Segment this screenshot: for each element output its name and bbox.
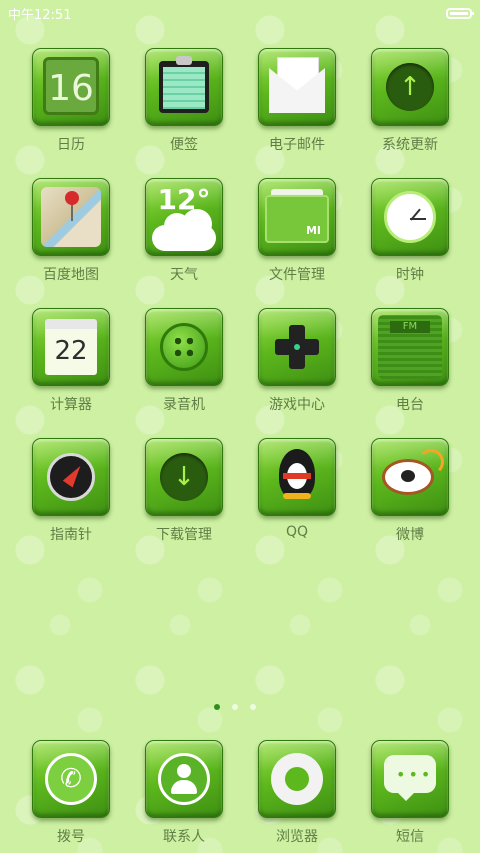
- app-label: 游戏中心: [269, 397, 325, 413]
- app-calendar[interactable]: 16 日历: [16, 48, 126, 154]
- file-manager-icon: MI: [258, 178, 336, 256]
- app-system-update[interactable]: ↑ 系统更新: [355, 48, 465, 154]
- dock-sms[interactable]: ••• 短信: [355, 740, 465, 846]
- page-indicator[interactable]: [214, 704, 256, 710]
- radio-icon: FM: [371, 308, 449, 386]
- app-email[interactable]: 电子邮件: [242, 48, 352, 154]
- app-weather[interactable]: 12° 天气: [129, 178, 239, 284]
- status-time: 中午12:51: [8, 7, 72, 23]
- app-label: 百度地图: [43, 267, 99, 283]
- app-label: 拨号: [57, 829, 85, 845]
- app-label: 日历: [57, 137, 85, 153]
- dock-contacts[interactable]: 联系人: [129, 740, 239, 846]
- game-center-icon: [258, 308, 336, 386]
- weather-icon: 12°: [145, 178, 223, 256]
- page-dot[interactable]: [232, 704, 238, 710]
- notes-icon: [145, 48, 223, 126]
- app-recorder[interactable]: 录音机: [129, 308, 239, 414]
- page-dot[interactable]: [250, 704, 256, 710]
- app-label: 天气: [170, 267, 198, 283]
- app-label: 下载管理: [156, 527, 212, 543]
- app-label: 电台: [396, 397, 424, 413]
- app-compass[interactable]: 指南针: [16, 438, 126, 544]
- app-label: 微博: [396, 527, 424, 543]
- app-notes[interactable]: 便签: [129, 48, 239, 154]
- clock-icon: [371, 178, 449, 256]
- app-label: 短信: [396, 829, 424, 845]
- app-label: 联系人: [163, 829, 205, 845]
- weibo-icon: [371, 438, 449, 516]
- date-badge: 22: [45, 319, 97, 375]
- battery-icon: [446, 7, 474, 19]
- map-icon: [32, 178, 110, 256]
- app-baidu-map[interactable]: 百度地图: [16, 178, 126, 284]
- app-label: 指南针: [50, 527, 92, 543]
- dock-phone[interactable]: ✆ 拨号: [16, 740, 126, 846]
- calculator-icon: 22: [32, 308, 110, 386]
- contacts-icon: [145, 740, 223, 818]
- phone-icon: ✆: [32, 740, 110, 818]
- qq-penguin-icon: [258, 438, 336, 516]
- status-bar: 中午12:51: [0, 0, 480, 26]
- app-weibo[interactable]: 微博: [355, 438, 465, 544]
- sms-icon: •••: [371, 740, 449, 818]
- calendar-icon: 16: [32, 48, 110, 126]
- app-label: 录音机: [163, 397, 205, 413]
- app-label: 电子邮件: [269, 137, 325, 153]
- browser-icon: [258, 740, 336, 818]
- app-radio[interactable]: FM 电台: [355, 308, 465, 414]
- download-manager-icon: ↓: [145, 438, 223, 516]
- recorder-icon: [145, 308, 223, 386]
- app-game-center[interactable]: 游戏中心: [242, 308, 352, 414]
- system-update-icon: ↑: [371, 48, 449, 126]
- app-label: 时钟: [396, 267, 424, 283]
- app-label: 系统更新: [382, 137, 438, 153]
- compass-icon: [32, 438, 110, 516]
- mi-logo: MI: [305, 224, 321, 237]
- fm-label: FM: [390, 321, 430, 333]
- app-file-manager[interactable]: MI 文件管理: [242, 178, 352, 284]
- calendar-date: 16: [43, 57, 99, 115]
- app-label: 浏览器: [276, 829, 318, 845]
- app-label: 便签: [170, 137, 198, 153]
- battery-fill: [450, 11, 468, 15]
- app-label: QQ: [285, 524, 309, 540]
- app-calculator[interactable]: 22 计算器: [16, 308, 126, 414]
- app-clock[interactable]: 时钟: [355, 178, 465, 284]
- dock-browser[interactable]: 浏览器: [242, 740, 352, 846]
- page-dot[interactable]: [214, 704, 220, 710]
- app-qq[interactable]: QQ: [242, 438, 352, 540]
- app-download-manager[interactable]: ↓ 下载管理: [129, 438, 239, 544]
- email-icon: [258, 48, 336, 126]
- app-label: 计算器: [50, 397, 92, 413]
- weather-temp: 12°: [157, 183, 211, 216]
- app-label: 文件管理: [269, 267, 325, 283]
